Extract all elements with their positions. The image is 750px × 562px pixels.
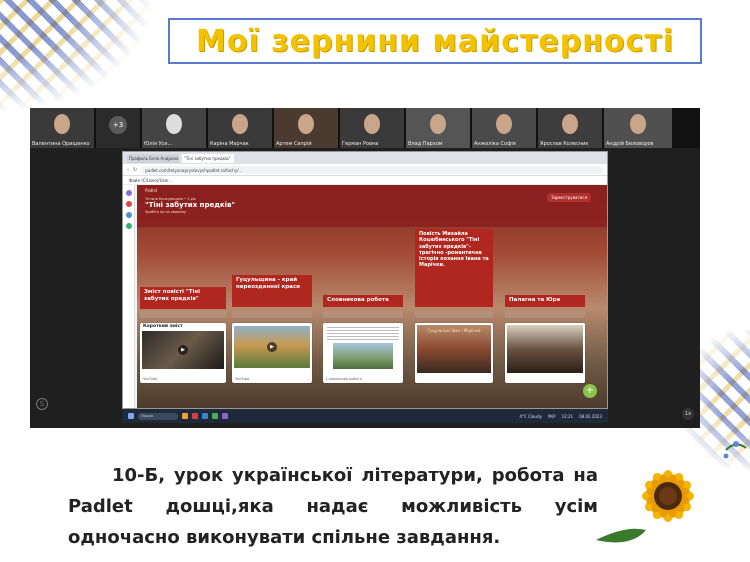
add-post-button[interactable]: +	[583, 384, 597, 398]
taskbar-app-icon[interactable]	[222, 413, 228, 419]
participant-tile[interactable]: Юлія Усе...	[142, 108, 206, 148]
tab-bar: Профиль Бєла Андронович "Тіні забутих пр…	[123, 152, 607, 164]
post-card[interactable]: Словникова робота	[323, 323, 403, 383]
sunflower-decoration	[596, 441, 747, 543]
column-header[interactable]: Словникова робота	[323, 295, 403, 307]
participant-tile[interactable]: Анжеліка Софія	[472, 108, 536, 148]
participant-tile[interactable]: Андрій Беловоров	[604, 108, 672, 148]
clock-time[interactable]: 12:21	[562, 414, 574, 419]
browser-window: Профиль Бєла Андронович "Тіні забутих пр…	[122, 151, 608, 409]
windows-taskbar: Пошук 4°C Cloudy УКР 12:21 08.02.2023	[122, 409, 608, 423]
add-post-slot[interactable]	[232, 311, 312, 318]
embroidery-ornament-top-left	[0, 0, 150, 110]
participant-tile[interactable]: Валентина Орищенко	[30, 108, 94, 148]
taskbar-search[interactable]: Пошук	[138, 412, 178, 420]
participant-tile[interactable]: Артем Сапрій	[274, 108, 338, 148]
video-thumbnail[interactable]: ▶	[142, 331, 224, 369]
column-header[interactable]: Повість Михайла Коцюбинського "Тіні забу…	[415, 229, 493, 307]
language-indicator[interactable]: УКР	[548, 414, 556, 419]
url-field[interactable]: padlet.com/tetyanapryvtovychpadlet.ro/fa…	[141, 165, 603, 174]
column-header[interactable]: Гуцульщина - край переозданної краси	[232, 275, 312, 307]
weather-widget[interactable]: 4°C Cloudy	[519, 414, 541, 419]
taskbar-app-icon[interactable]	[202, 413, 208, 419]
browser-tab-active[interactable]: "Тіні забутих предків"	[182, 153, 234, 163]
participant-strip: Валентина Орищенко +3 Юлія Усе... Каріна…	[30, 108, 700, 148]
play-icon[interactable]: ▶	[178, 345, 188, 355]
add-post-slot[interactable]	[505, 311, 585, 318]
column-header[interactable]: Зміст повісті "Тіні забутих предків"	[140, 287, 226, 309]
text-block	[327, 327, 399, 341]
image-thumbnail[interactable]	[333, 343, 393, 369]
post-card[interactable]: Короткий зміст ▶ YouTube	[140, 323, 226, 383]
add-post-slot[interactable]	[140, 311, 226, 318]
bookmarks-bar[interactable]: Файл (C/Users/User...	[123, 176, 607, 185]
clock-date[interactable]: 08.02.2023	[579, 414, 602, 419]
browser-sidebar	[123, 185, 135, 408]
browser-tab[interactable]: Профиль Бєла Андронович	[127, 153, 179, 163]
participant-tile[interactable]: Влад Пархом	[406, 108, 470, 148]
sidebar-app-icon[interactable]	[125, 212, 132, 218]
system-tray: 4°C Cloudy УКР 12:21 08.02.2023	[519, 414, 602, 419]
taskbar-app-icon[interactable]	[182, 413, 188, 419]
back-icon[interactable]: ‹	[127, 167, 129, 173]
participant-tile-more[interactable]: +3	[96, 108, 140, 148]
padlet-search[interactable]	[527, 193, 545, 200]
play-icon[interactable]: ▶	[267, 342, 277, 352]
sidebar-app-icon[interactable]	[125, 201, 132, 207]
post-card[interactable]	[505, 323, 585, 383]
user-badge-icon[interactable]: 1x	[682, 408, 694, 420]
participant-tile[interactable]: Герман Ровна	[340, 108, 404, 148]
participant-tile[interactable]: Ярослав Колесник	[538, 108, 602, 148]
padlet-header: Padlet Тетяна Кочкурецька • 1 рік "Тіні …	[137, 185, 607, 227]
column-header[interactable]: Палагна та Юра	[505, 295, 585, 307]
reload-icon[interactable]: ↻	[133, 167, 137, 173]
sidebar-app-icon[interactable]	[125, 223, 132, 229]
meeting-screenshot: Валентина Орищенко +3 Юлія Усе... Каріна…	[30, 108, 700, 428]
image-thumbnail[interactable]: Гуцульські Іван і Марічка	[417, 325, 491, 373]
windows-start-icon[interactable]	[128, 413, 134, 419]
sidebar-app-icon[interactable]	[125, 190, 132, 196]
slide-title: Мої зернини майстерності	[196, 23, 674, 59]
add-post-slot[interactable]	[415, 311, 493, 318]
post-card[interactable]: Гуцульські Іван і Марічка	[415, 323, 493, 383]
video-thumbnail[interactable]: ▶	[234, 326, 310, 368]
zoom-logo-icon: S	[36, 398, 48, 410]
padlet-subtitle: Зробіть це за хвилину	[145, 210, 186, 214]
padlet-board: Padlet Тетяна Кочкурецька • 1 рік "Тіні …	[137, 185, 607, 408]
padlet-title: "Тіні забутих предків"	[145, 201, 236, 209]
post-card[interactable]: ▶ YouTube	[232, 323, 312, 383]
address-bar-row: ‹ ↻ padlet.com/tetyanapryvtovychpadlet.r…	[123, 164, 607, 176]
slide-caption: 10-Б, урок української літератури, робот…	[68, 465, 598, 548]
taskbar-app-icon[interactable]	[212, 413, 218, 419]
image-thumbnail[interactable]	[507, 325, 583, 373]
taskbar-app-icon[interactable]	[192, 413, 198, 419]
participant-tile[interactable]: Каріна Марчак	[208, 108, 272, 148]
add-post-slot[interactable]	[323, 311, 403, 318]
slide-title-box: Мої зернини майстерності	[168, 18, 702, 64]
signup-button[interactable]: Зареєструватися	[547, 193, 591, 202]
